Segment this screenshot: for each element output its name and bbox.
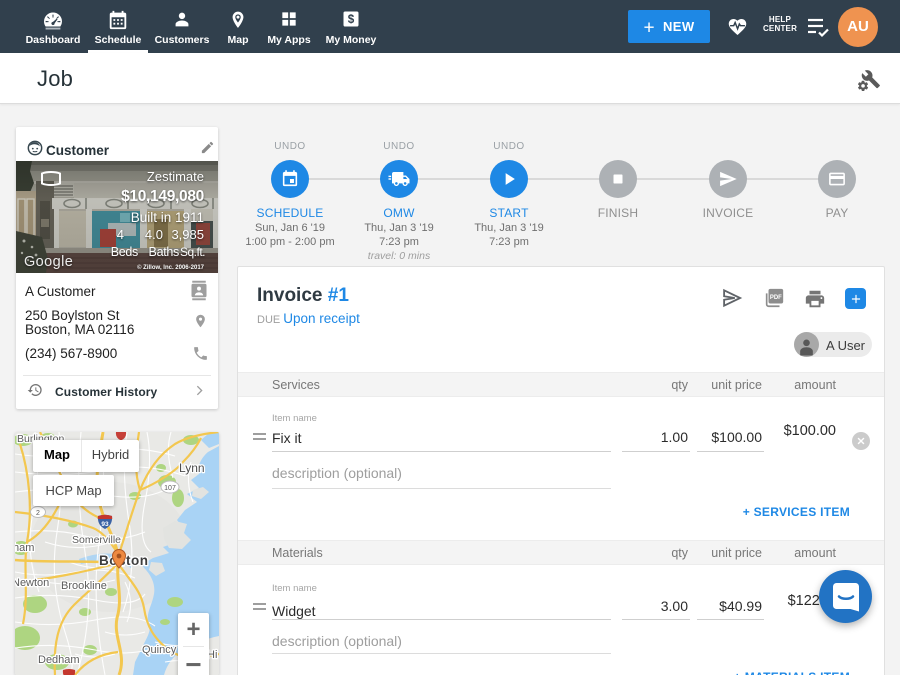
svg-text:Dedham: Dedham: [38, 654, 80, 666]
svg-text:Newton: Newton: [15, 577, 49, 589]
svg-text:Somerville: Somerville: [72, 534, 121, 546]
svg-text:93: 93: [101, 521, 109, 528]
svg-text:107: 107: [164, 485, 176, 492]
svg-text:$: $: [348, 13, 355, 26]
svg-text:PDF: PDF: [770, 295, 782, 301]
svg-text:2: 2: [36, 510, 40, 517]
svg-text:Brookline: Brookline: [61, 580, 107, 592]
svg-text:Quincy: Quincy: [142, 644, 177, 656]
svg-text:Lynn: Lynn: [179, 461, 205, 475]
svg-text:ham: ham: [15, 542, 34, 554]
